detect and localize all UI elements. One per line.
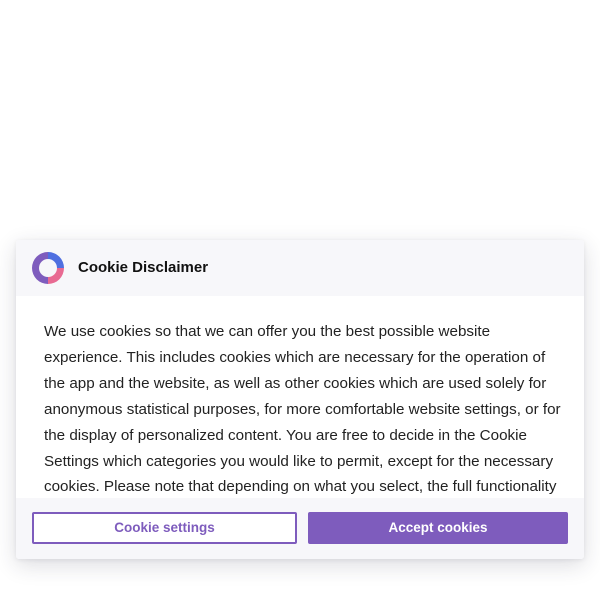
cookie-disclaimer-text: We use cookies so that we can offer you …	[44, 323, 561, 496]
cookie-consent-dialog: Cookie Disclaimer We use cookies so that…	[16, 240, 584, 559]
logo-segment-purple	[32, 252, 48, 284]
cookie-dialog-body[interactable]: We use cookies so that we can offer you …	[44, 319, 564, 499]
logo-segment-blue	[48, 252, 64, 268]
accept-cookies-button[interactable]: Accept cookies	[308, 512, 568, 544]
cookie-dialog-footer: Cookie settings Accept cookies	[16, 498, 584, 559]
donut-logo-icon	[32, 252, 64, 284]
page: Cookie Disclaimer We use cookies so that…	[0, 0, 600, 600]
logo-segment-pink	[48, 268, 64, 284]
dialog-title: Cookie Disclaimer	[78, 259, 209, 276]
cookie-settings-button[interactable]: Cookie settings	[32, 512, 297, 544]
cookie-dialog-header: Cookie Disclaimer	[16, 240, 584, 296]
